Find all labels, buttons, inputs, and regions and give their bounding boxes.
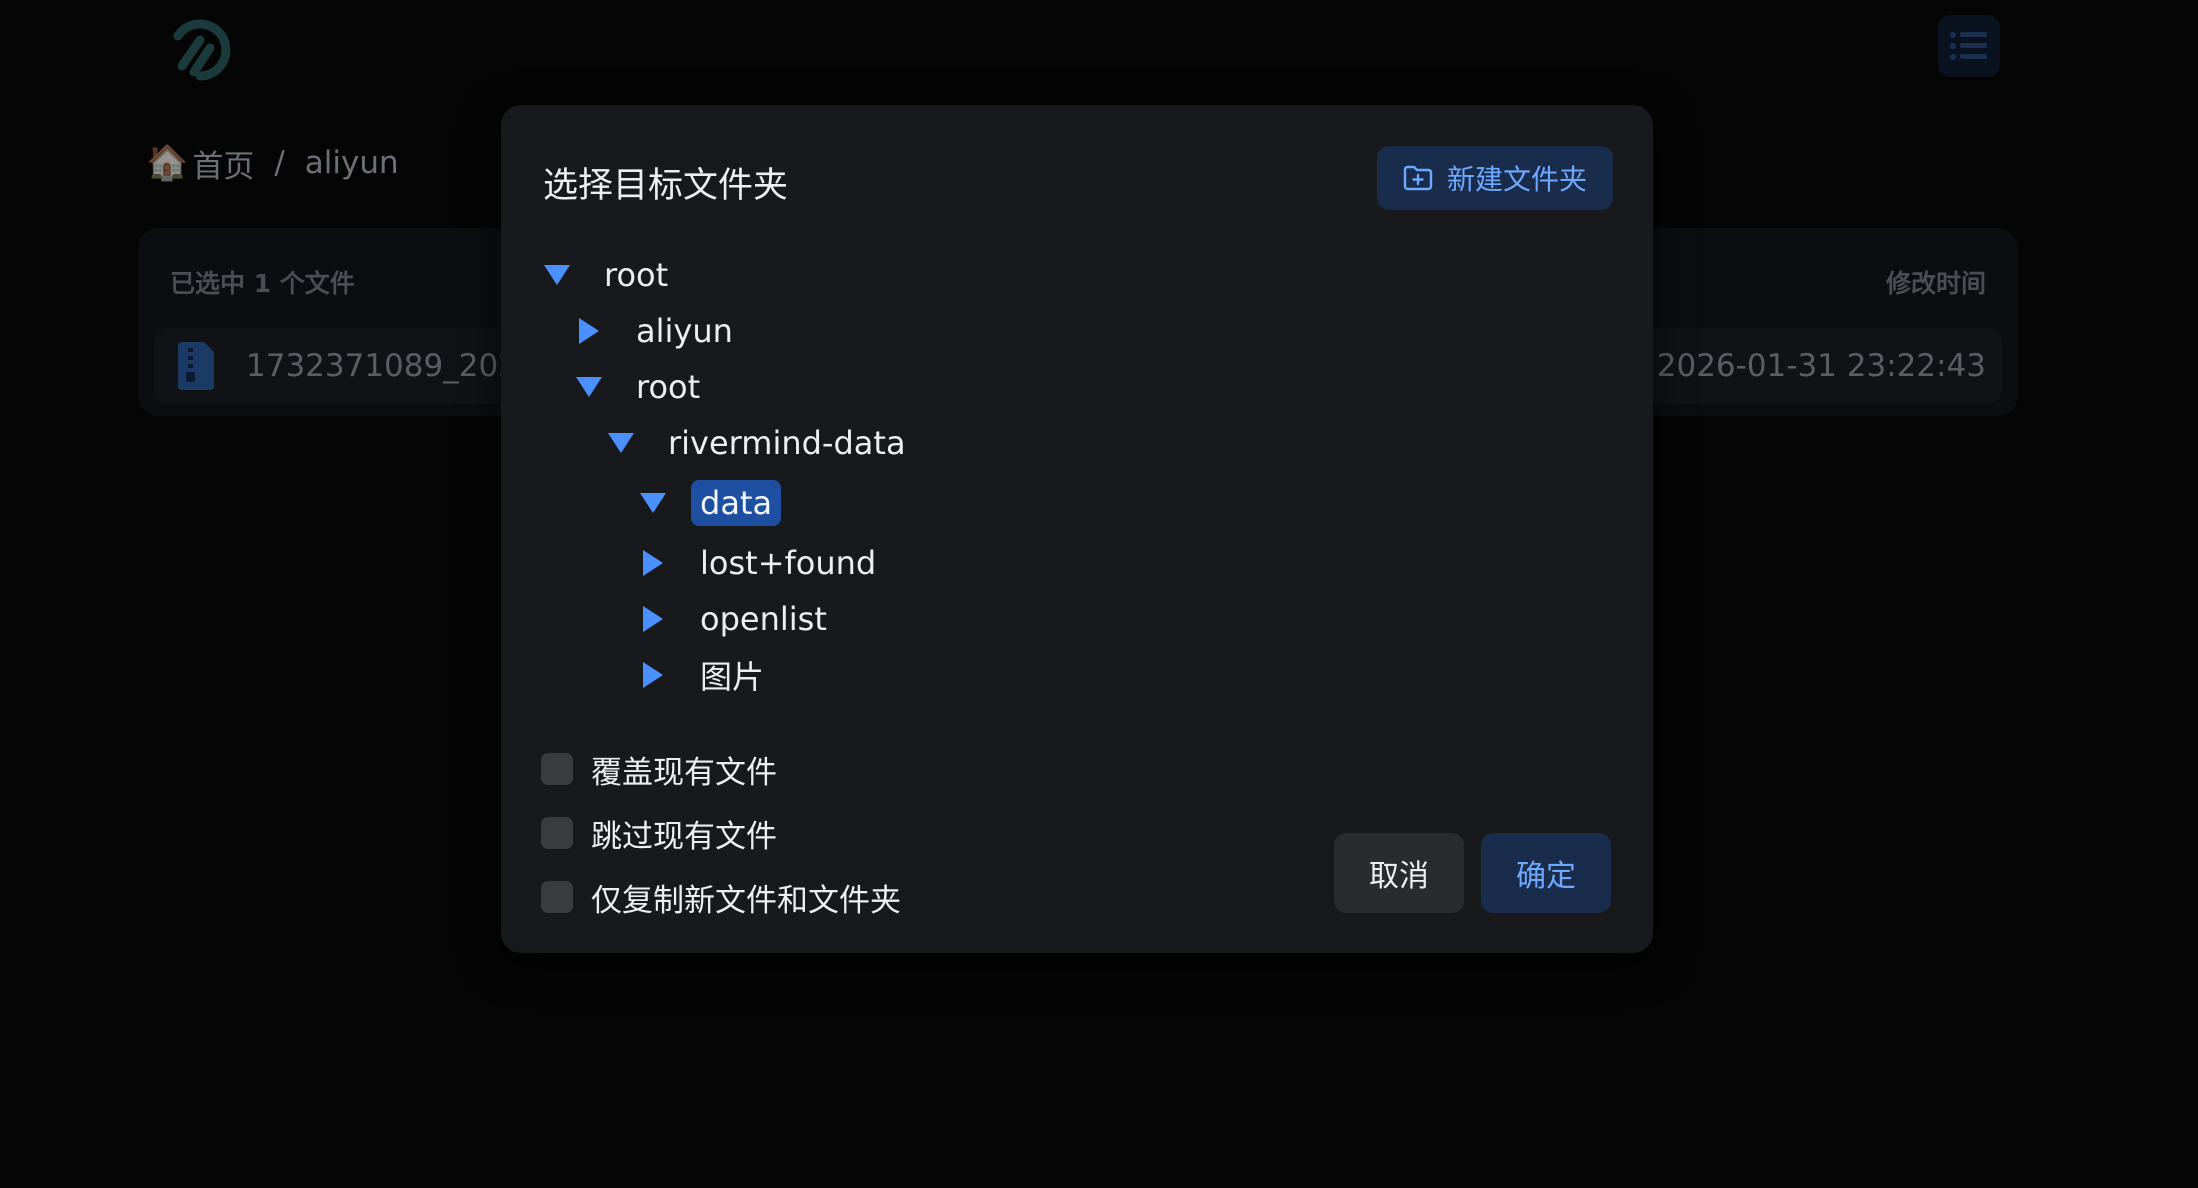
tree-node-pictures[interactable]: 图片	[541, 647, 915, 703]
folder-plus-icon	[1403, 165, 1433, 191]
menu-button[interactable]	[1938, 15, 2000, 77]
tree-node-label-selected[interactable]: data	[691, 480, 782, 526]
option-skip-existing[interactable]: 跳过现有文件	[541, 801, 901, 865]
caret-right-icon[interactable]	[637, 603, 669, 635]
new-folder-button[interactable]: 新建文件夹	[1376, 146, 1613, 210]
house-icon: 🏠	[146, 143, 189, 183]
tree-node-label[interactable]: lost+found	[691, 540, 885, 586]
breadcrumb-current[interactable]: aliyun	[305, 145, 399, 181]
skip-existing-checkbox[interactable]	[541, 817, 573, 849]
copy-new-only-checkbox[interactable]	[541, 881, 573, 913]
option-label: 跳过现有文件	[591, 818, 777, 855]
tree-node-root[interactable]: root	[541, 247, 915, 303]
tree-node-openlist[interactable]: openlist	[541, 591, 915, 647]
caret-down-icon[interactable]	[573, 371, 605, 403]
tree-node-label[interactable]: root	[627, 364, 709, 410]
caret-down-icon[interactable]	[541, 259, 573, 291]
zip-file-icon	[178, 342, 214, 390]
caret-down-icon[interactable]	[605, 427, 637, 459]
breadcrumb-home[interactable]: 🏠 首页	[146, 141, 254, 186]
breadcrumb-separator: /	[274, 145, 285, 181]
tree-node-label[interactable]: 图片	[691, 648, 773, 702]
app-logo-icon[interactable]	[160, 10, 236, 86]
tree-node-label[interactable]: openlist	[691, 596, 836, 642]
caret-right-icon[interactable]	[637, 659, 669, 691]
column-header-mtime[interactable]: 修改时间	[1886, 264, 1986, 300]
new-folder-label: 新建文件夹	[1446, 163, 1587, 196]
caret-right-icon[interactable]	[573, 315, 605, 347]
tree-node-aliyun[interactable]: aliyun	[541, 303, 915, 359]
breadcrumb: 🏠 首页 / aliyun	[146, 140, 399, 186]
selected-count: 已选中 1 个文件	[170, 269, 355, 298]
tree-node-label[interactable]: aliyun	[627, 308, 742, 354]
tree-node-label[interactable]: root	[595, 252, 677, 298]
option-copy-new-only[interactable]: 仅复制新文件和文件夹	[541, 865, 901, 929]
file-name: 1732371089_2025	[246, 348, 538, 384]
tree-node-rivermind-data[interactable]: rivermind-data	[541, 415, 915, 471]
list-icon	[1950, 32, 1987, 60]
tree-node-root-child[interactable]: root	[541, 359, 915, 415]
breadcrumb-home-label: 首页	[192, 148, 255, 185]
caret-right-icon[interactable]	[637, 547, 669, 579]
tree-node-lost-found[interactable]: lost+found	[541, 535, 915, 591]
tree-node-data[interactable]: data	[541, 471, 915, 535]
caret-down-icon[interactable]	[637, 487, 669, 519]
cancel-button[interactable]: 取消	[1334, 833, 1464, 913]
option-overwrite[interactable]: 覆盖现有文件	[541, 737, 901, 801]
option-label: 覆盖现有文件	[591, 754, 777, 791]
confirm-button[interactable]: 确定	[1481, 833, 1611, 913]
folder-tree: root aliyun root rivermind-data data los…	[541, 247, 915, 703]
select-folder-dialog: 选择目标文件夹 新建文件夹 root aliyun root rivermind…	[501, 105, 1653, 953]
option-label: 仅复制新文件和文件夹	[591, 882, 901, 919]
overwrite-checkbox[interactable]	[541, 753, 573, 785]
tree-node-label[interactable]: rivermind-data	[659, 420, 915, 466]
dialog-title: 选择目标文件夹	[543, 166, 789, 206]
copy-options: 覆盖现有文件 跳过现有文件 仅复制新文件和文件夹	[541, 737, 901, 929]
file-mtime: 2026-01-31 23:22:43	[1656, 348, 1986, 384]
